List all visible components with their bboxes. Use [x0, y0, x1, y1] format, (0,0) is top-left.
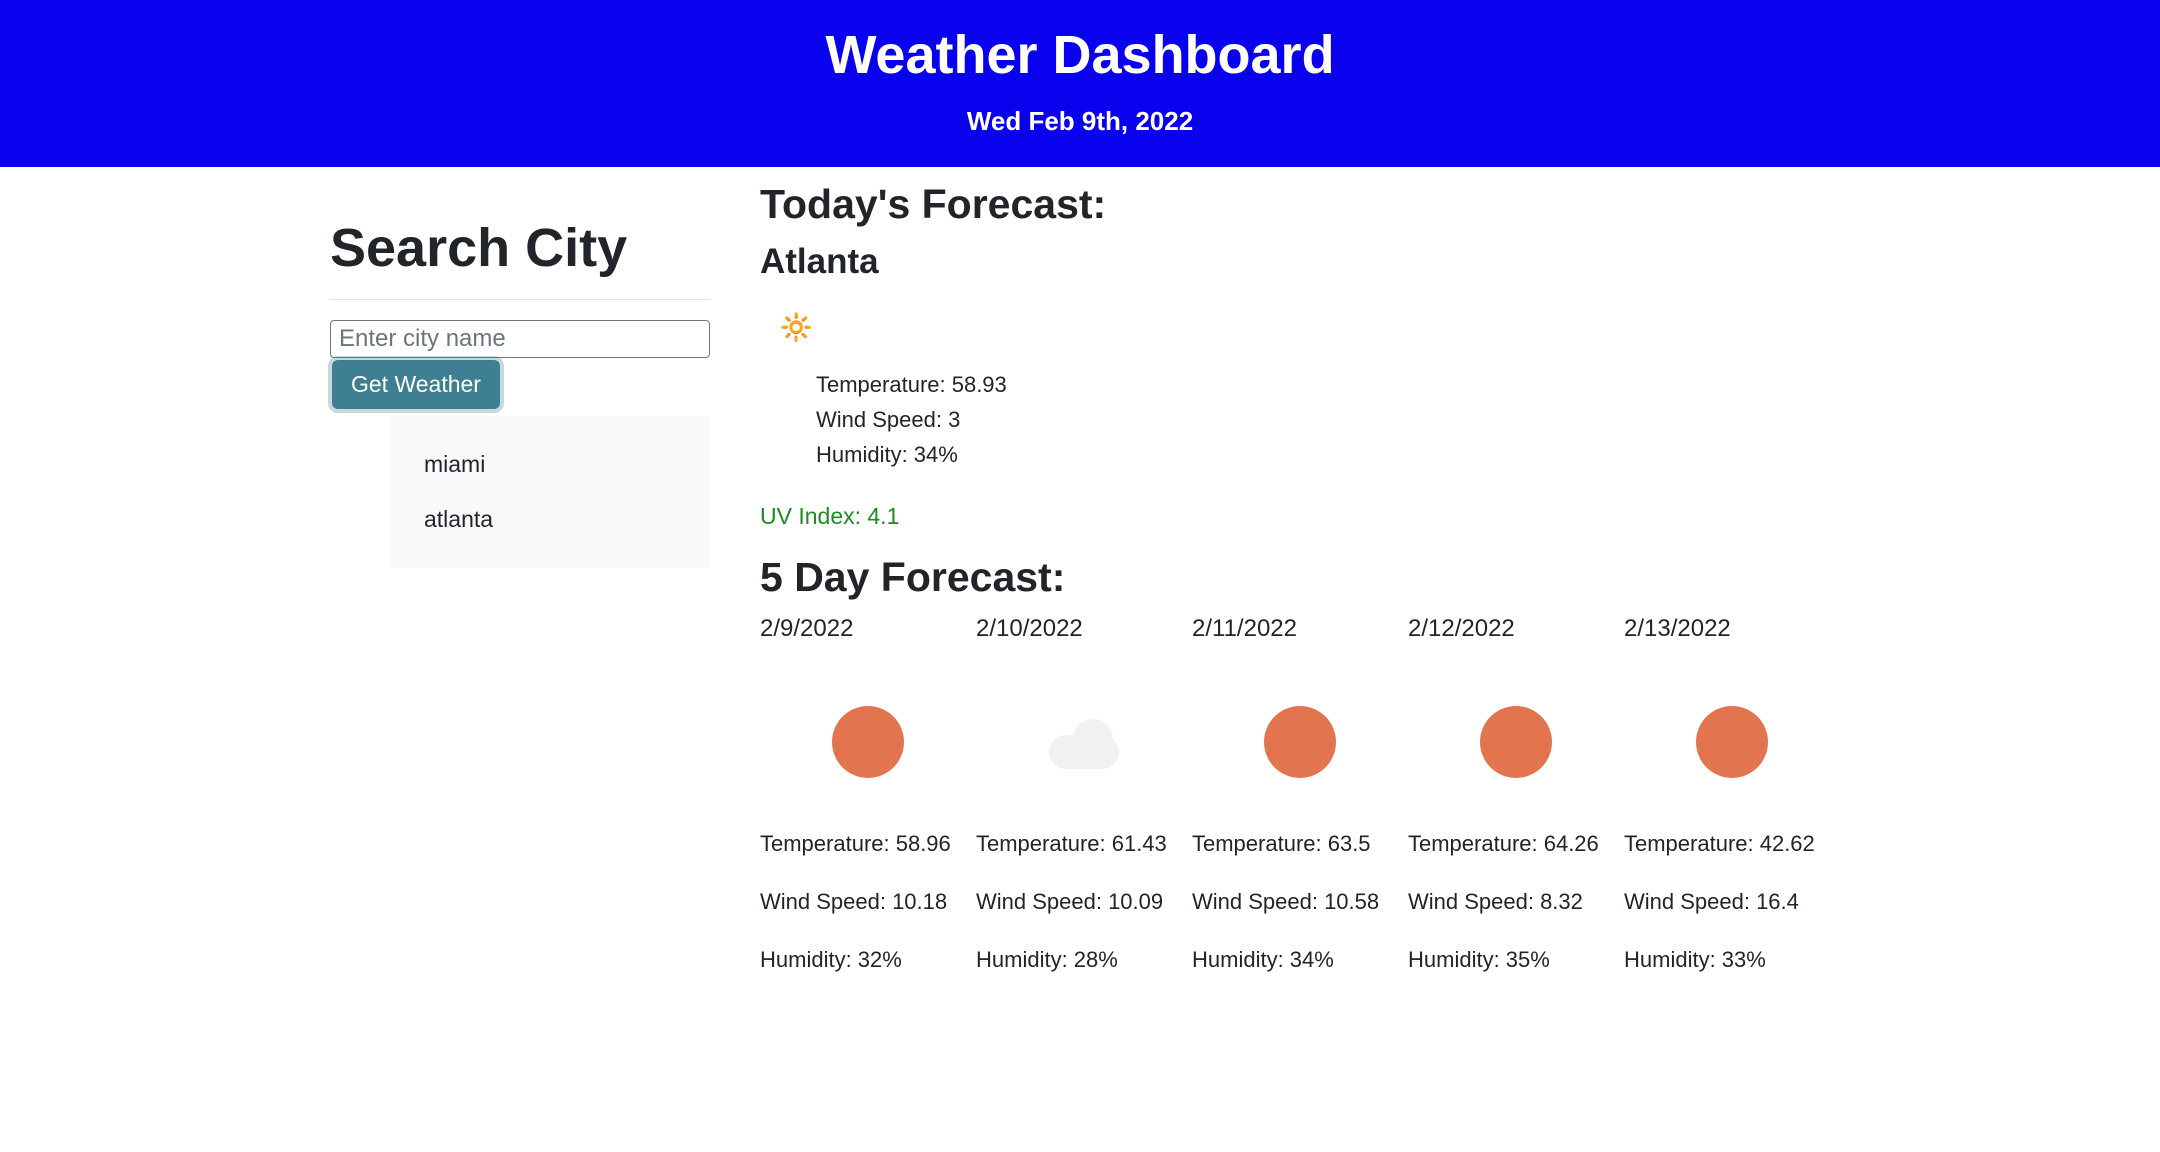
forecast-card: 2/9/2022 Temperature: 58.96 Wind Speed: 10… — [760, 615, 976, 1005]
today-wind-speed: Wind Speed: 3 — [816, 402, 2160, 437]
forecast-date: 2/13/2022 — [1624, 615, 1840, 643]
forecast-date: 2/11/2022 — [1192, 615, 1408, 643]
sun-icon: 🔆 — [780, 312, 2160, 343]
divider — [330, 299, 710, 300]
search-title: Search City — [330, 217, 760, 279]
sun-icon — [1264, 706, 1336, 778]
forecast-temperature: Temperature: 42.62 — [1624, 831, 1840, 857]
sidebar: Search City Get Weather miami atlanta — [0, 167, 760, 1005]
page-title: Weather Dashboard — [0, 24, 2160, 86]
forecast-temperature: Temperature: 64.26 — [1408, 831, 1624, 857]
search-input[interactable] — [330, 320, 710, 358]
history-item[interactable]: atlanta — [390, 492, 710, 547]
main-content: Today's Forecast: Atlanta 🔆 Temperature:… — [760, 167, 2160, 1005]
forecast-humidity: Humidity: 28% — [976, 947, 1192, 973]
forecast-card: 2/11/2022 Temperature: 63.5 Wind Speed: 10… — [1192, 615, 1408, 1005]
forecast-humidity: Humidity: 32% — [760, 947, 976, 973]
forecast-temperature: Temperature: 58.96 — [760, 831, 976, 857]
forecast-wind-speed: Wind Speed: 10.09 — [976, 889, 1192, 915]
forecast-wind-speed: Wind Speed: 16.4 — [1624, 889, 1840, 915]
today-temperature: Temperature: 58.93 — [816, 367, 2160, 402]
forecast-card: 2/13/2022 Temperature: 42.62 Wind Speed: 1… — [1624, 615, 1840, 1005]
sun-icon — [832, 706, 904, 778]
city-name: Atlanta — [760, 242, 2160, 282]
forecast-date: 2/9/2022 — [760, 615, 976, 643]
get-weather-button[interactable]: Get Weather — [332, 360, 500, 409]
forecast-humidity: Humidity: 35% — [1408, 947, 1624, 973]
forecast-humidity: Humidity: 33% — [1624, 947, 1840, 973]
forecast-wind-speed: Wind Speed: 10.58 — [1192, 889, 1408, 915]
today-forecast-title: Today's Forecast: — [760, 181, 2160, 228]
forecast-row: 2/9/2022 Temperature: 58.96 Wind Speed: 10… — [760, 615, 2160, 1005]
today-humidity: Humidity: 34% — [816, 437, 2160, 472]
current-date: Wed Feb 9th, 2022 — [0, 106, 2160, 137]
forecast-wind-speed: Wind Speed: 10.18 — [760, 889, 976, 915]
forecast-date: 2/12/2022 — [1408, 615, 1624, 643]
today-stats: Temperature: 58.93 Wind Speed: 3 Humidit… — [816, 367, 2160, 473]
forecast-wind-speed: Wind Speed: 8.32 — [1408, 889, 1624, 915]
forecast-temperature: Temperature: 61.43 — [976, 831, 1192, 857]
sun-icon — [1696, 706, 1768, 778]
five-day-forecast-title: 5 Day Forecast: — [760, 554, 2160, 601]
uv-index: UV Index: 4.1 — [760, 503, 2160, 530]
cloud-icon — [1039, 717, 1129, 767]
forecast-humidity: Humidity: 34% — [1192, 947, 1408, 973]
forecast-temperature: Temperature: 63.5 — [1192, 831, 1408, 857]
forecast-card: 2/12/2022 Temperature: 64.26 Wind Speed: 8… — [1408, 615, 1624, 1005]
app-header: Weather Dashboard Wed Feb 9th, 2022 — [0, 0, 2160, 167]
forecast-date: 2/10/2022 — [976, 615, 1192, 643]
history-item[interactable]: miami — [390, 437, 710, 492]
search-history: miami atlanta — [390, 417, 710, 567]
sun-icon — [1480, 706, 1552, 778]
forecast-card: 2/10/2022 Temperature: 61.43 Wind Speed: 1… — [976, 615, 1192, 1005]
